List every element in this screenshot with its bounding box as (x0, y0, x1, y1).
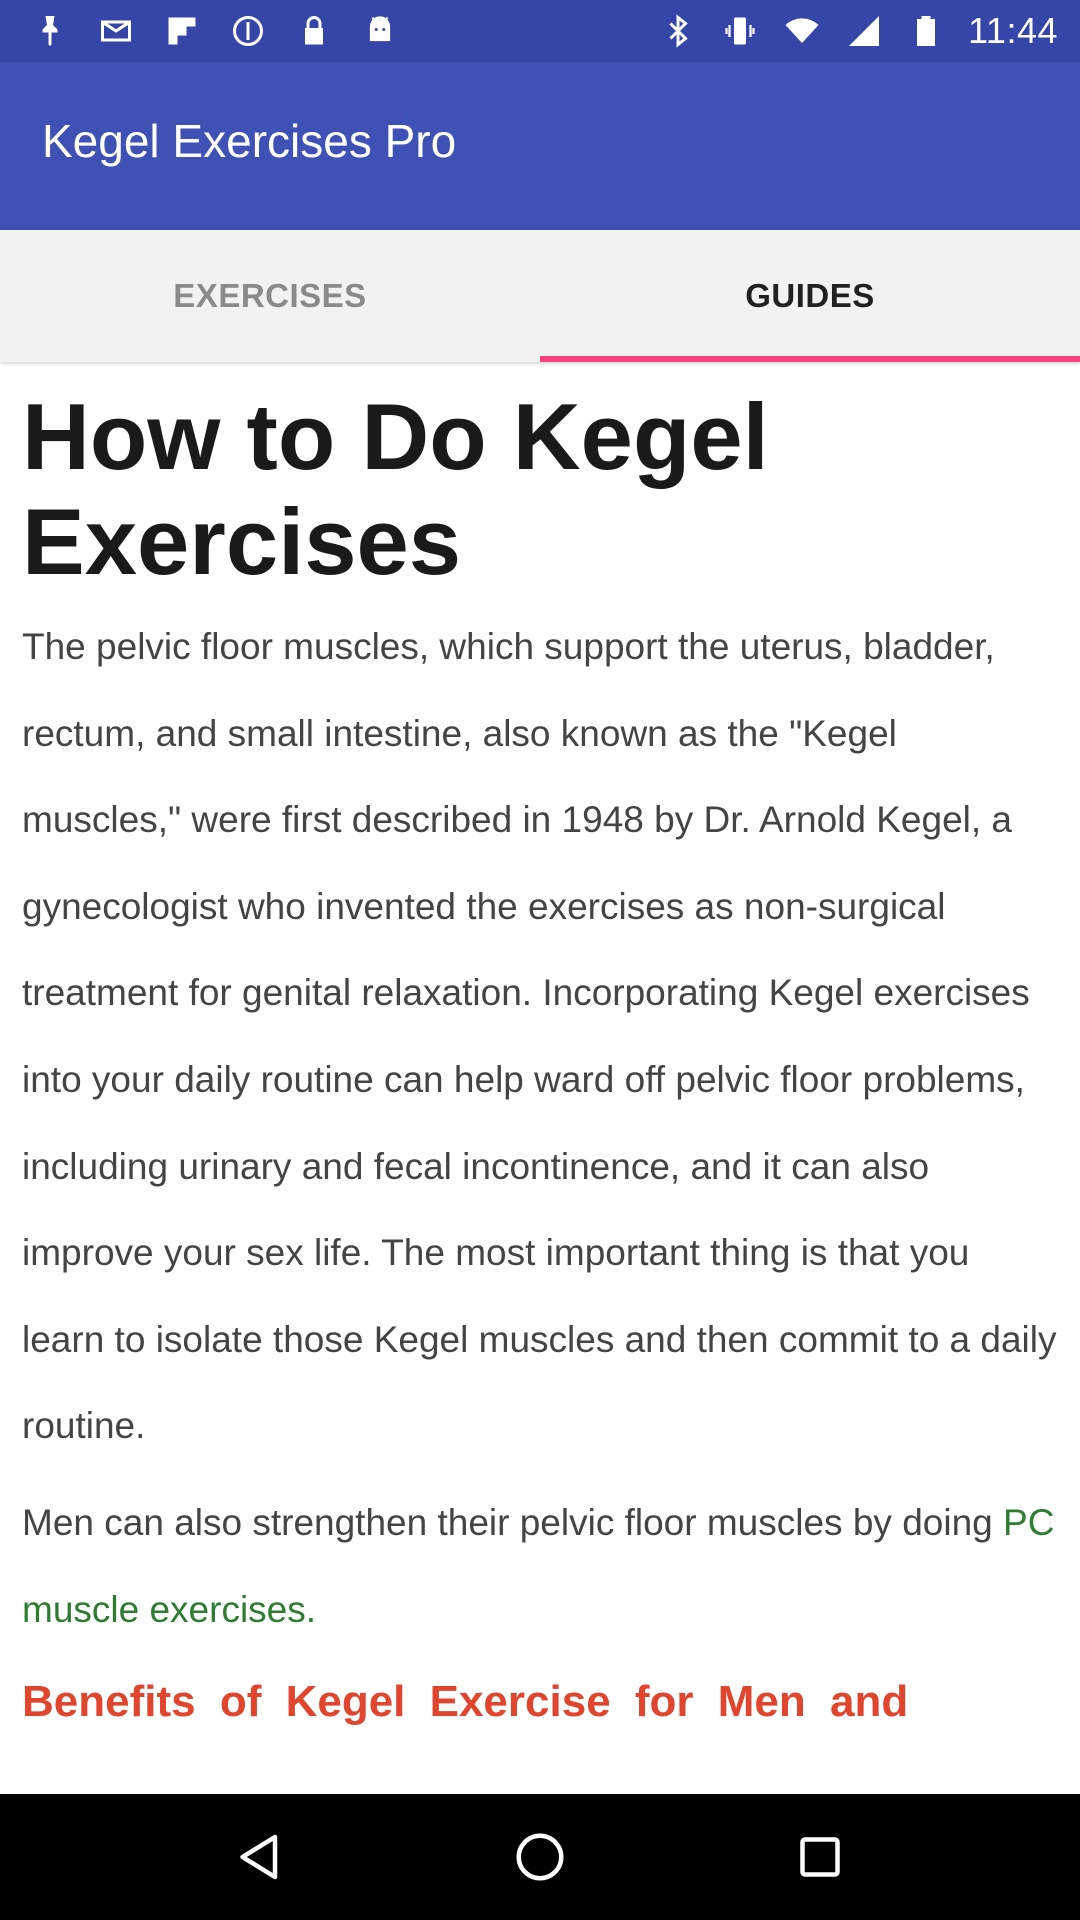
home-icon (516, 1833, 564, 1881)
app-bar: Kegel Exercises Pro (0, 62, 1080, 230)
signal-icon (844, 11, 884, 51)
notification-pin-icon (30, 11, 70, 51)
bluetooth-icon (658, 11, 698, 51)
tab-bar: EXERCISES GUIDES (0, 230, 1080, 362)
tab-exercises-label: EXERCISES (173, 277, 367, 314)
lock-icon (294, 11, 334, 51)
benefits-heading: Benefits of Kegel Exercise for Men and (22, 1677, 909, 1727)
guide-paragraph-men-end: . (305, 1588, 317, 1630)
guide-title: How to Do Kegel Exercises (22, 384, 769, 594)
tab-exercises[interactable]: EXERCISES (0, 230, 540, 362)
navigation-bar (0, 1794, 1080, 1920)
status-notifications (30, 10, 400, 52)
status-bar: 11:44 (0, 0, 1080, 62)
guide-content[interactable]: How to Do Kegel Exercises The pelvic flo… (0, 362, 1080, 1794)
info-circle-icon (228, 11, 268, 51)
recents-button[interactable] (780, 1817, 860, 1897)
vibrate-icon (720, 11, 760, 51)
back-icon (240, 1834, 278, 1880)
wifi-icon (782, 11, 822, 51)
home-button[interactable] (500, 1817, 580, 1897)
back-button[interactable] (220, 1817, 300, 1897)
status-system: 11:44 (658, 10, 1058, 52)
mail-icon (96, 11, 136, 51)
status-time: 11:44 (968, 10, 1058, 51)
android-icon (360, 11, 400, 51)
guide-paragraph-men: Men can also strengthen their pelvic flo… (22, 1480, 1058, 1653)
flipboard-icon (162, 11, 202, 51)
tab-guides-label: GUIDES (745, 277, 875, 314)
guide-paragraph: The pelvic floor muscles, which support … (22, 626, 1057, 1447)
battery-icon (906, 11, 946, 51)
tab-guides[interactable]: GUIDES (540, 230, 1080, 362)
app-title: Kegel Exercises Pro (42, 115, 457, 167)
guide-paragraph-men-text: Men can also strengthen their pelvic flo… (22, 1501, 1004, 1543)
recents-icon (800, 1837, 840, 1877)
